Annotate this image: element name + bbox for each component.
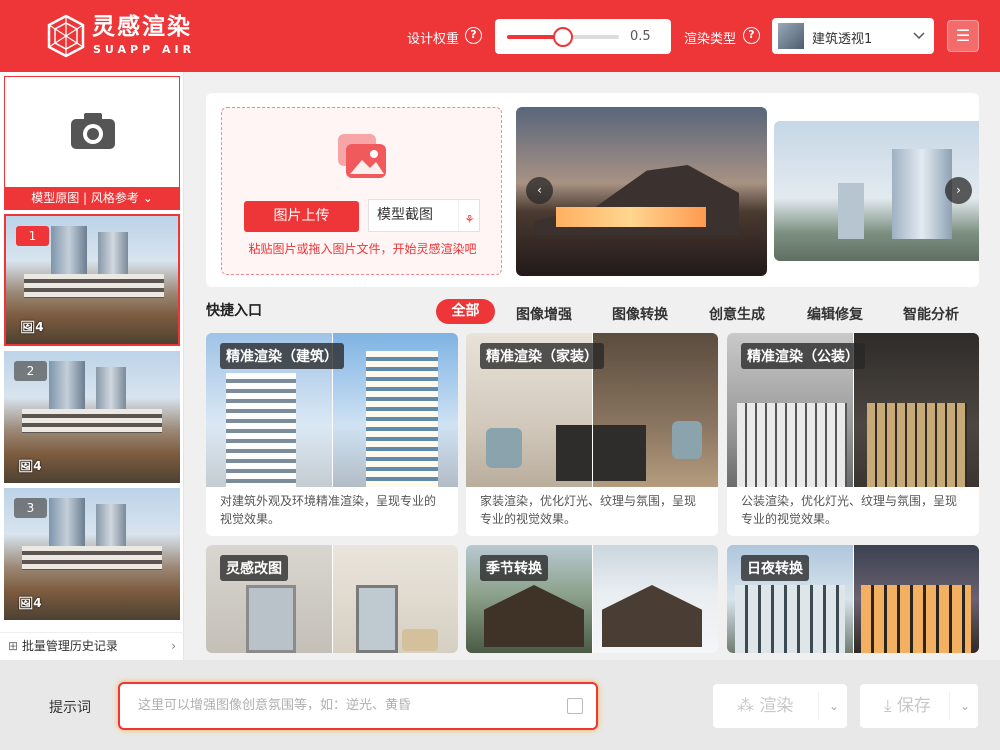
brand-subtitle: SUAPP AIR [93, 43, 196, 56]
card-title: 灵感改图 [220, 555, 288, 581]
feature-card[interactable]: 精准渲染（家装） 家装渲染，优化灯光、纹理与氛围，呈现专业的视觉效果。 [466, 333, 718, 536]
image-prompt-icon[interactable] [567, 698, 583, 714]
batch-history-label: 批量管理历史记录 [21, 639, 118, 653]
design-weight-slider[interactable]: 0.5 [495, 19, 671, 54]
image-upload-icon [338, 134, 386, 178]
image-count: 🖼4 [20, 320, 44, 334]
save-button-label: 保存 [896, 696, 931, 716]
card-title: 季节转换 [480, 555, 548, 581]
design-weight-label: 设计权重 [407, 32, 460, 47]
image-count-value: 4 [35, 320, 44, 334]
chevron-down-icon[interactable]: ⌄ [960, 684, 970, 728]
slider-thumb[interactable] [553, 27, 573, 47]
feature-card[interactable]: 精准渲染（公装） 公装渲染，优化灯光、纹理与氛围，呈现专业的视觉效果。 [727, 333, 979, 536]
history-index-badge: 2 [14, 361, 47, 381]
quick-entry-title: 快捷入口 [206, 303, 262, 319]
carousel-next-icon[interactable]: › [945, 177, 972, 204]
chevron-right-icon: › [171, 639, 176, 653]
render-button-label: 渲染 [759, 696, 794, 716]
menu-icon[interactable]: ☰ [947, 20, 979, 52]
render-type-thumbnail [778, 23, 804, 49]
prompt-input[interactable] [138, 698, 558, 713]
image-count-value: 4 [33, 459, 42, 473]
model-screenshot-button[interactable]: 模型截图 ⚘ [368, 199, 480, 232]
feature-card[interactable]: 灵感改图 [206, 545, 458, 653]
chevron-down-icon [913, 32, 925, 40]
card-title: 精准渲染（家装） [480, 343, 604, 369]
batch-history-button[interactable]: ⊞ 批量管理历史记录 › [0, 632, 184, 660]
image-icon: 🖼 [18, 459, 34, 473]
brand-name: 灵感渲染 [92, 14, 192, 40]
render-type-label: 渲染类型 [684, 32, 737, 47]
image-dropzone[interactable]: 图片上传 模型截图 ⚘ 粘贴图片或拖入图片文件，开始灵感渲染吧 [221, 107, 502, 275]
tab-smart-analysis[interactable]: 智能分析 [903, 304, 959, 324]
download-icon: ⤓ [884, 696, 892, 716]
chevron-down-icon: ⌄ [142, 191, 153, 205]
card-title: 精准渲染（公装） [741, 343, 865, 369]
sketchup-icon: ⚘ [458, 200, 480, 231]
tab-edit-repair[interactable]: 编辑修复 [807, 304, 863, 324]
prompt-label: 提示词 [49, 700, 91, 716]
card-title: 精准渲染（建筑） [220, 343, 344, 369]
slider-value: 0.5 [630, 29, 651, 44]
history-item[interactable]: 2 🖼4 [4, 351, 180, 483]
style-reference-toggle[interactable]: 模型原图 | 风格参考 ⌄ [4, 187, 180, 209]
app-header: 灵感渲染 SUAPP AIR 设计权重 ? 0.5 渲染类型 ? 建筑透视1 ☰ [0, 0, 1000, 72]
card-title: 日夜转换 [741, 555, 809, 581]
tab-image-enhance[interactable]: 图像增强 [516, 304, 572, 324]
model-screenshot-label: 模型截图 [377, 207, 433, 223]
card-description: 公装渲染，优化灯光、纹理与氛围，呈现专业的视觉效果。 [741, 494, 958, 526]
render-type-select[interactable]: 建筑透视1 [772, 18, 934, 54]
slider-track[interactable] [507, 27, 619, 47]
feature-card[interactable]: 季节转换 [466, 545, 718, 653]
grid-icon: ⊞ [8, 639, 19, 653]
save-button[interactable]: ⤓ 保存 ⌄ [860, 684, 978, 728]
feature-card[interactable]: 精准渲染（建筑） 对建筑外观及环境精准渲染，呈现专业的视觉效果。 [206, 333, 458, 536]
card-description: 对建筑外观及环境精准渲染，呈现专业的视觉效果。 [220, 494, 437, 526]
history-item[interactable]: 3 🖼4 [4, 488, 180, 620]
camera-icon [71, 113, 115, 149]
image-icon: 🖼 [20, 320, 36, 334]
image-count: 🖼4 [18, 596, 42, 610]
tab-creative[interactable]: 创意生成 [709, 304, 765, 324]
tab-all[interactable]: 全部 [436, 299, 495, 324]
loading-icon: ⁂ [737, 696, 754, 716]
image-count: 🖼4 [18, 459, 42, 473]
history-item[interactable]: 1 🖼4 [4, 214, 180, 346]
help-icon[interactable]: ? [465, 27, 482, 44]
render-type-value: 建筑透视1 [812, 32, 873, 47]
history-sidebar: 模型原图 | 风格参考 ⌄ 1 🖼4 2 🖼4 3 🖼4 ⊞ 批量管理历史记录 … [0, 72, 184, 660]
image-icon: 🖼 [18, 596, 34, 610]
carousel-prev-icon[interactable]: ‹ [526, 177, 553, 204]
render-button[interactable]: ⁂ 渲染 ⌄ [713, 684, 847, 728]
chevron-down-icon[interactable]: ⌄ [829, 684, 839, 728]
feature-card[interactable]: 日夜转换 [727, 545, 979, 653]
dropzone-hint: 粘贴图片或拖入图片文件，开始灵感渲染吧 [248, 242, 477, 256]
image-upload-button[interactable]: 图片上传 [244, 201, 359, 232]
tab-image-convert[interactable]: 图像转换 [612, 304, 668, 324]
help-icon[interactable]: ? [743, 27, 760, 44]
history-index-badge: 3 [14, 498, 47, 518]
card-description: 家装渲染，优化灯光、纹理与氛围，呈现专业的视觉效果。 [480, 494, 697, 526]
history-index-badge: 1 [16, 226, 49, 246]
image-count-value: 4 [33, 596, 42, 610]
prompt-field[interactable] [118, 682, 598, 730]
carousel-image[interactable] [516, 107, 767, 276]
logo-icon [47, 14, 85, 58]
style-reference-label: 模型原图 | 风格参考 [31, 191, 139, 205]
